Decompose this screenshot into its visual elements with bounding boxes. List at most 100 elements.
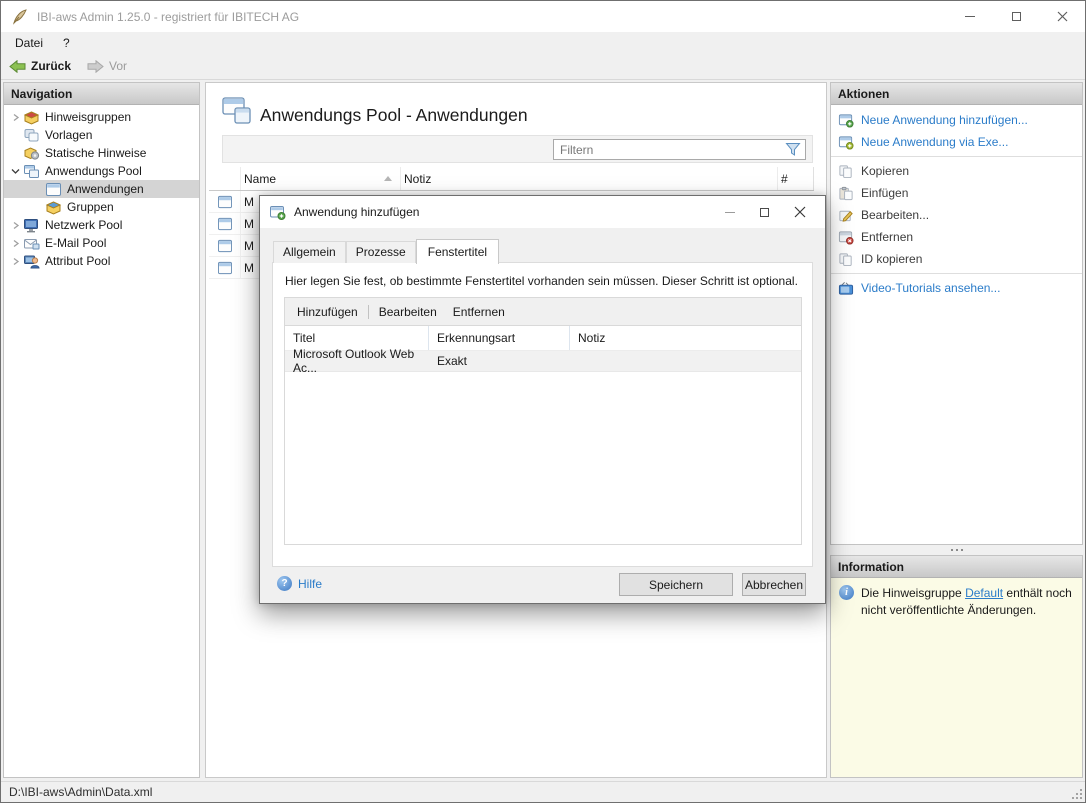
table-header: Name Notiz # bbox=[209, 167, 814, 191]
templates-icon bbox=[24, 128, 39, 141]
actions-separator bbox=[831, 273, 1082, 274]
sort-ascending-icon bbox=[384, 176, 392, 181]
action-new-application-via-exe[interactable]: Neue Anwendung via Exe... bbox=[831, 131, 1082, 153]
help-icon bbox=[277, 576, 292, 591]
back-label: Zurück bbox=[31, 59, 72, 73]
column-notiz[interactable]: Notiz bbox=[401, 167, 778, 190]
column-count[interactable]: # bbox=[778, 167, 814, 190]
tab-prozesse[interactable]: Prozesse bbox=[345, 241, 416, 263]
chevron-right-icon[interactable] bbox=[8, 221, 23, 230]
toolbar-separator bbox=[367, 304, 369, 319]
dialog-titlebar: Anwendung hinzufügen bbox=[260, 196, 825, 228]
nav-toolbar: Zurück Vor bbox=[1, 53, 1085, 80]
application-pool-icon bbox=[24, 164, 39, 178]
action-kopieren[interactable]: Kopieren bbox=[831, 160, 1082, 182]
remove-title-button[interactable]: Entfernen bbox=[449, 303, 509, 321]
application-row-icon bbox=[217, 195, 232, 208]
minimize-icon bbox=[965, 16, 975, 17]
cancel-button[interactable]: Abbrechen bbox=[742, 573, 806, 596]
tree-item-netzwerk-pool[interactable]: Netzwerk Pool bbox=[4, 216, 199, 234]
tree-item-vorlagen[interactable]: Vorlagen bbox=[4, 126, 199, 144]
tree-item-hinweisgruppen[interactable]: Hinweisgruppen bbox=[4, 108, 199, 126]
video-tutorials-icon bbox=[838, 281, 854, 295]
menubar: Datei ? bbox=[1, 32, 1085, 53]
maximize-button[interactable] bbox=[993, 1, 1039, 32]
save-button[interactable]: Speichern bbox=[619, 573, 733, 596]
filter-funnel-icon[interactable] bbox=[785, 142, 801, 157]
applications-icon bbox=[46, 182, 61, 196]
action-video-tutorials[interactable]: Video-Tutorials ansehen... bbox=[831, 277, 1082, 299]
action-entfernen[interactable]: Entfernen bbox=[831, 226, 1082, 248]
tree-item-email-pool[interactable]: E-Mail Pool bbox=[4, 234, 199, 252]
close-button[interactable] bbox=[1039, 1, 1085, 32]
tree-item-gruppen[interactable]: Gruppen bbox=[4, 198, 199, 216]
navigation-tree: Hinweisgruppen Vorlagen Statische Hinwei… bbox=[4, 105, 199, 270]
information-message: Die Hinweisgruppe Default enthält noch n… bbox=[831, 578, 1082, 619]
panel-splitter[interactable] bbox=[830, 545, 1083, 555]
action-einfuegen[interactable]: Einfügen bbox=[831, 182, 1082, 204]
attribute-pool-icon bbox=[24, 255, 40, 268]
splitter-grip-icon bbox=[950, 549, 963, 551]
forward-arrow-icon bbox=[87, 59, 104, 73]
dialog-maximize-button[interactable] bbox=[747, 196, 782, 228]
application-row-icon bbox=[217, 261, 232, 274]
action-bearbeiten[interactable]: Bearbeiten... bbox=[831, 204, 1082, 226]
tree-item-anwendungs-pool[interactable]: Anwendungs Pool bbox=[4, 162, 199, 180]
tab-fenstertitel[interactable]: Fenstertitel bbox=[415, 239, 500, 264]
menu-datei[interactable]: Datei bbox=[5, 34, 53, 52]
filter-input[interactable] bbox=[554, 142, 785, 157]
dialog-minimize-button[interactable] bbox=[712, 196, 747, 228]
forward-button[interactable]: Vor bbox=[79, 53, 135, 79]
filter-strip bbox=[222, 135, 813, 163]
window-titles-table: Hinzufügen Bearbeiten Entfernen Titel Er… bbox=[284, 297, 802, 545]
groups-icon bbox=[45, 200, 62, 215]
column-name[interactable]: Name bbox=[241, 167, 401, 190]
tree-item-anwendungen[interactable]: Anwendungen bbox=[4, 180, 199, 198]
column-notiz[interactable]: Notiz bbox=[570, 326, 801, 350]
minimize-icon bbox=[724, 211, 735, 213]
actions-panel: Aktionen Neue Anwendung hinzufügen... Ne… bbox=[830, 82, 1083, 545]
actions-header: Aktionen bbox=[831, 83, 1082, 105]
column-icon[interactable] bbox=[209, 167, 241, 190]
resize-grip-icon[interactable] bbox=[1072, 789, 1082, 799]
chevron-right-icon[interactable] bbox=[8, 239, 23, 248]
static-notices-icon bbox=[24, 146, 40, 160]
add-title-button[interactable]: Hinzufügen bbox=[293, 303, 362, 321]
navigation-header: Navigation bbox=[4, 83, 199, 105]
dialog-title: Anwendung hinzufügen bbox=[294, 205, 420, 219]
dialog-new-application-icon bbox=[270, 205, 286, 220]
action-new-application[interactable]: Neue Anwendung hinzufügen... bbox=[831, 109, 1082, 131]
dialog-tab-content: Hier legen Sie fest, ob bestimmte Fenste… bbox=[272, 262, 813, 567]
status-file-path: D:\IBI-aws\Admin\Data.xml bbox=[9, 785, 153, 799]
menu-help[interactable]: ? bbox=[53, 34, 80, 52]
page-title: Anwendungs Pool - Anwendungen bbox=[260, 105, 528, 125]
default-group-link[interactable]: Default bbox=[965, 586, 1003, 600]
minimize-button[interactable] bbox=[947, 1, 993, 32]
tree-item-attribut-pool[interactable]: Attribut Pool bbox=[4, 252, 199, 270]
edit-title-button[interactable]: Bearbeiten bbox=[375, 303, 441, 321]
action-id-kopieren[interactable]: ID kopieren bbox=[831, 248, 1082, 270]
chevron-down-icon[interactable] bbox=[8, 167, 23, 175]
information-header: Information bbox=[831, 556, 1082, 578]
dialog-tabs: Allgemein Prozesse Fenstertitel bbox=[273, 238, 500, 264]
column-erkennungsart[interactable]: Erkennungsart bbox=[429, 326, 570, 350]
chevron-right-icon[interactable] bbox=[8, 113, 23, 122]
copy-id-icon bbox=[839, 252, 852, 266]
tab-allgemein[interactable]: Allgemein bbox=[273, 241, 346, 263]
filter-field bbox=[553, 139, 806, 160]
window-title-row[interactable]: Microsoft Outlook Web Ac... Exakt bbox=[285, 347, 801, 375]
email-pool-icon bbox=[24, 238, 40, 249]
dialog-close-button[interactable] bbox=[782, 196, 817, 228]
chevron-right-icon[interactable] bbox=[8, 257, 23, 266]
help-link[interactable]: Hilfe bbox=[277, 576, 322, 591]
maximize-icon bbox=[1011, 12, 1021, 21]
tree-item-statische-hinweise[interactable]: Statische Hinweise bbox=[4, 144, 199, 162]
info-icon bbox=[839, 585, 854, 600]
edit-pencil-icon bbox=[839, 210, 853, 222]
back-button[interactable]: Zurück bbox=[1, 53, 79, 79]
copy-icon bbox=[839, 164, 852, 178]
app-window: IBI-aws Admin 1.25.0 - registriert für I… bbox=[0, 0, 1086, 803]
notice-groups-icon bbox=[23, 110, 40, 125]
forward-label: Vor bbox=[109, 59, 128, 73]
information-panel: Information Die Hinweisgruppe Default en… bbox=[830, 555, 1083, 778]
